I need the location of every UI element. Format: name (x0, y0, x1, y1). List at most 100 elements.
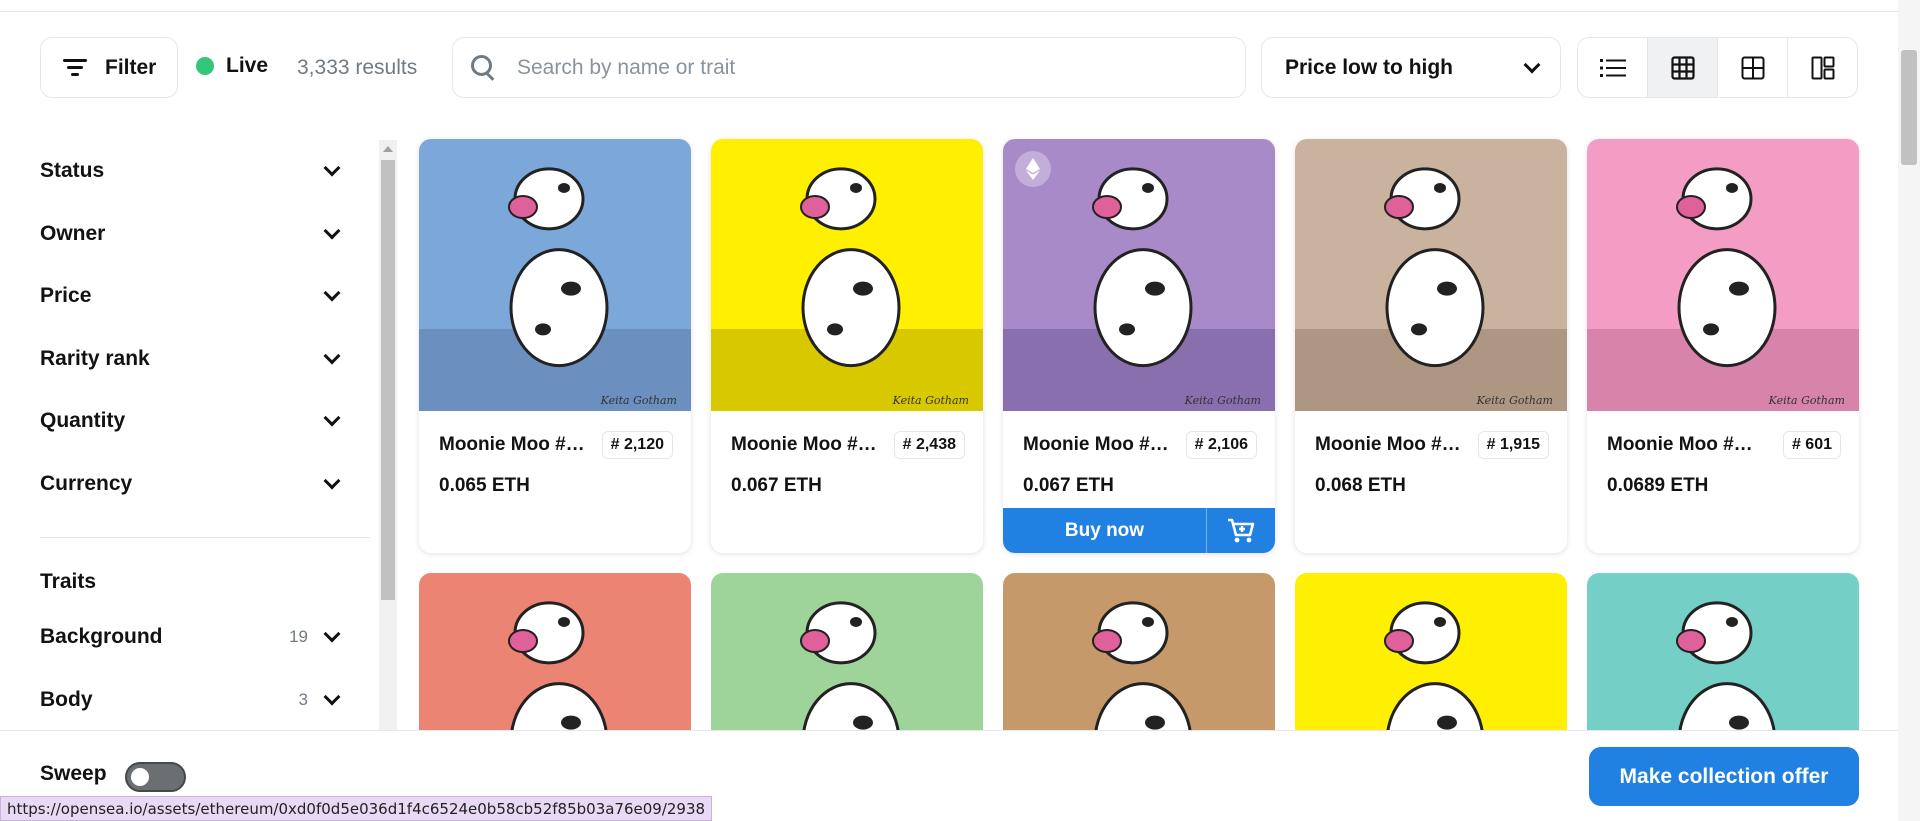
cow-illustration-icon (1295, 139, 1567, 411)
chevron-down-icon (323, 409, 341, 427)
sidebar-divider (40, 537, 370, 538)
nft-card[interactable]: Keita Gotham Moonie Moo #51… # 1,915 0.06… (1295, 139, 1567, 553)
rarity-rank-badge: # 601 (1782, 431, 1841, 459)
page-scrollbar[interactable] (1898, 0, 1920, 821)
sweep-toggle[interactable] (125, 762, 186, 792)
chevron-down-icon (323, 159, 341, 177)
chevron-down-icon (323, 347, 341, 365)
filter-label: Filter (105, 55, 157, 79)
artist-signature: Keita Gotham (892, 394, 969, 407)
artist-signature: Keita Gotham (600, 394, 677, 407)
sidebar-item-rarity-rank[interactable]: Rarity rank (40, 328, 370, 391)
filter-icon (63, 58, 87, 77)
cow-illustration-icon (419, 139, 691, 411)
artist-signature: Keita Gotham (1768, 394, 1845, 407)
sidebar-item-owner[interactable]: Owner (40, 203, 370, 266)
artist-signature: Keita Gotham (1184, 394, 1261, 407)
trait-count: 3 (298, 689, 308, 709)
rarity-rank-badge: # 2,120 (601, 431, 673, 459)
status-bar-url: https://opensea.io/assets/ethereum/0xd0f… (0, 796, 713, 821)
nft-name: Moonie Moo #25… (1607, 434, 1757, 455)
filter-button[interactable]: Filter (40, 37, 178, 98)
list-view-icon (1599, 58, 1626, 77)
cow-illustration-icon (419, 573, 691, 733)
large-grid-view-button[interactable] (1718, 38, 1788, 97)
nft-card-partial[interactable] (1003, 573, 1275, 733)
grid-large-icon (1741, 56, 1764, 79)
small-grid-view-button[interactable] (1648, 38, 1718, 97)
nft-name: Moonie Moo #2… (1023, 434, 1173, 455)
cow-illustration-icon (1587, 573, 1859, 733)
make-collection-offer-button[interactable]: Make collection offer (1589, 747, 1859, 806)
results-count: 3,333 results (297, 56, 418, 79)
nft-name: Moonie Moo #2… (731, 434, 881, 455)
nft-price: 0.067 ETH (731, 475, 822, 496)
sweep-label: Sweep (40, 762, 107, 785)
traits-heading: Traits (40, 570, 97, 593)
trait-body[interactable]: Body 3 (40, 669, 370, 732)
sidebar-scrollbar-thumb[interactable] (381, 160, 395, 600)
sidebar-scrollbar[interactable] (379, 140, 397, 730)
chevron-down-icon (323, 284, 341, 302)
search-box[interactable] (452, 37, 1246, 98)
sort-label: Price low to high (1285, 55, 1454, 79)
nft-image: Keita Gotham (711, 139, 983, 411)
nft-card-partial[interactable] (1587, 573, 1859, 733)
trait-background[interactable]: Background 19 (40, 606, 370, 669)
page-scrollbar-thumb[interactable] (1901, 50, 1917, 165)
nft-card-hovered[interactable]: Keita Gotham Moonie Moo #2… # 2,106 0.067… (1003, 139, 1275, 553)
sidebar-item-label: Price (40, 284, 92, 308)
ethereum-icon (1015, 151, 1051, 187)
masonry-icon (1811, 56, 1834, 79)
trait-label: Body (40, 687, 93, 711)
nft-name: Moonie Moo #4… (439, 434, 589, 455)
live-dot-icon (196, 57, 214, 75)
sidebar-item-quantity[interactable]: Quantity (40, 390, 370, 453)
list-view-button[interactable] (1578, 38, 1648, 97)
rarity-rank-badge: # 1,915 (1477, 431, 1549, 459)
live-indicator: Live (196, 54, 268, 78)
sidebar-item-currency[interactable]: Currency (40, 453, 370, 516)
artist-signature: Keita Gotham (1476, 394, 1553, 407)
nft-image: Keita Gotham (1295, 139, 1567, 411)
nft-card-partial[interactable] (419, 573, 691, 733)
nft-price: 0.068 ETH (1315, 475, 1406, 496)
live-label: Live (226, 54, 269, 77)
grid-small-icon (1670, 55, 1695, 80)
nft-name: Moonie Moo #51… (1315, 434, 1465, 455)
cart-icon (1228, 518, 1255, 542)
rarity-rank-badge: # 2,438 (893, 431, 965, 459)
add-to-cart-button[interactable] (1207, 508, 1275, 553)
cow-illustration-icon (1003, 573, 1275, 733)
scroll-up-arrow-icon[interactable] (383, 146, 393, 152)
chevron-down-icon (323, 688, 341, 706)
nft-price: 0.065 ETH (439, 475, 530, 496)
sidebar-item-price[interactable]: Price (40, 265, 370, 328)
filter-sidebar: Status Owner Price Rarity rank Quantity … (40, 140, 370, 731)
cow-illustration-icon (1295, 573, 1567, 733)
nft-card[interactable]: Keita Gotham Moonie Moo #2… # 2,438 0.067… (711, 139, 983, 553)
sidebar-item-status[interactable]: Status (40, 140, 370, 203)
nft-image: Keita Gotham (419, 139, 691, 411)
nft-price: 0.067 ETH (1023, 475, 1114, 496)
trait-count: 19 (289, 627, 308, 647)
nft-card-partial[interactable] (1295, 573, 1567, 733)
sort-dropdown[interactable]: Price low to high (1261, 37, 1561, 98)
sidebar-item-label: Status (40, 159, 105, 183)
nft-card[interactable]: Keita Gotham Moonie Moo #25… # 601 0.0689… (1587, 139, 1859, 553)
nft-card-partial[interactable] (711, 573, 983, 733)
masonry-view-button[interactable] (1788, 38, 1857, 97)
buy-now-button[interactable]: Buy now (1003, 508, 1207, 553)
nft-image: Keita Gotham (1003, 139, 1275, 411)
nft-card[interactable]: Keita Gotham Moonie Moo #4… # 2,120 0.065… (419, 139, 691, 553)
sidebar-item-label: Owner (40, 221, 106, 245)
chevron-down-icon (323, 472, 341, 490)
rarity-rank-badge: # 2,106 (1185, 431, 1257, 459)
cow-illustration-icon (711, 139, 983, 411)
top-divider (0, 0, 1898, 12)
sidebar-item-label: Quantity (40, 409, 126, 433)
search-input[interactable] (517, 55, 1217, 80)
nft-image: Keita Gotham (1587, 139, 1859, 411)
chevron-down-icon (323, 625, 341, 643)
chevron-down-icon (1523, 56, 1541, 73)
